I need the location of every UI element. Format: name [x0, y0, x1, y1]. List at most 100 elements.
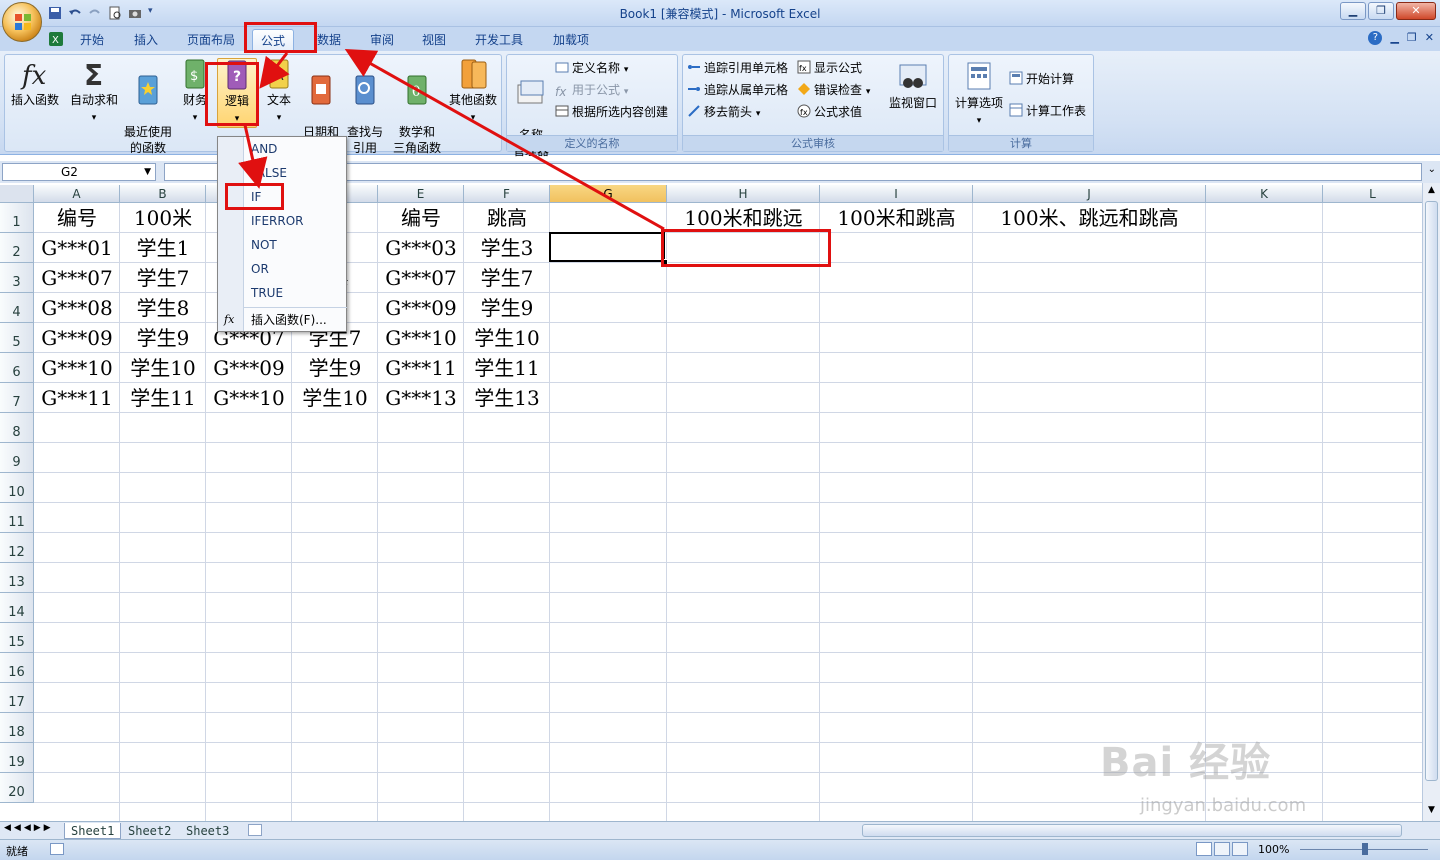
cell-a5[interactable]: G***09 [34, 323, 120, 353]
cell-j1[interactable]: 100米、跳远和跳高 [973, 203, 1206, 233]
sheet-tab-1[interactable]: Sheet1 [64, 823, 122, 839]
macro-record-icon[interactable] [50, 843, 64, 855]
row-header-1[interactable]: 1 [0, 203, 34, 233]
row-header-11[interactable]: 11 [0, 503, 34, 533]
vertical-scrollbar[interactable]: ▲ ▼ [1422, 183, 1440, 821]
minimize-icon[interactable]: ▁ [1340, 2, 1366, 20]
error-checking-button[interactable]: 错误检查 ▾ [797, 80, 870, 100]
menu-item-or[interactable]: OR [251, 259, 269, 279]
cell-b5[interactable]: 学生9 [120, 323, 206, 353]
column-header-g[interactable]: G [550, 185, 667, 203]
close-icon[interactable]: ✕ [1396, 2, 1436, 20]
cell-e5[interactable]: G***10 [378, 323, 464, 353]
cell-e7[interactable]: G***13 [378, 383, 464, 413]
row-header-10[interactable]: 10 [0, 473, 34, 503]
row-header-18[interactable]: 18 [0, 713, 34, 743]
menu-item-insert-function[interactable]: 插入函数(F)... [251, 310, 327, 330]
more-functions-button[interactable]: 其他函数 ▾ [447, 58, 499, 126]
define-name-button[interactable]: 定义名称 ▾ [555, 58, 628, 78]
menu-item-false[interactable]: FALSE [251, 163, 287, 183]
cell-a7[interactable]: G***11 [34, 383, 120, 413]
recent-functions-button[interactable]: 最近使用 的函数 [121, 58, 175, 156]
math-trig-button[interactable]: θ 数学和 三角函数 [389, 58, 445, 156]
calculate-now-button[interactable]: 开始计算 [1009, 69, 1074, 89]
row-header-8[interactable]: 8 [0, 413, 34, 443]
column-header-h[interactable]: H [667, 185, 820, 203]
ribbon-close-icon[interactable]: ✕ [1425, 31, 1434, 45]
remove-arrows-button[interactable]: 移去箭头 ▾ [687, 102, 760, 122]
column-header-b[interactable]: B [120, 185, 206, 203]
cell-b7[interactable]: 学生11 [120, 383, 206, 413]
calculate-sheet-button[interactable]: 计算工作表 [1009, 101, 1086, 121]
scroll-up-icon[interactable]: ▲ [1425, 185, 1438, 199]
text-functions-button[interactable]: A 文本 ▾ [261, 58, 297, 126]
cell-c6[interactable]: G***09 [206, 353, 292, 383]
select-all-corner[interactable] [0, 185, 34, 203]
sheet-tab-3[interactable]: Sheet3 [180, 823, 235, 839]
cell-b1[interactable]: 100米 [120, 203, 206, 233]
row-header-17[interactable]: 17 [0, 683, 34, 713]
trace-precedents-button[interactable]: 追踪引用单元格 [687, 58, 788, 78]
scroll-thumb[interactable] [1425, 201, 1438, 781]
cell-b6[interactable]: 学生10 [120, 353, 206, 383]
evaluate-formula-button[interactable]: fx 公式求值 [797, 102, 862, 122]
use-in-formula-button[interactable]: fx 用于公式 ▾ [555, 80, 628, 100]
cell-f4[interactable]: 学生9 [464, 293, 550, 323]
menu-item-and[interactable]: AND [251, 139, 277, 159]
chevron-down-icon[interactable]: ▼ [144, 164, 151, 180]
tab-add-ins[interactable]: 加载项 [545, 29, 597, 51]
office-button[interactable] [2, 2, 42, 42]
sheet-tab-2[interactable]: Sheet2 [122, 823, 177, 839]
tab-view[interactable]: 视图 [414, 29, 454, 51]
calculation-options-button[interactable]: 计算选项 ▾ [951, 61, 1007, 129]
cell-f2[interactable]: 学生3 [464, 233, 550, 263]
cell-d6[interactable]: 学生9 [292, 353, 378, 383]
cell-e4[interactable]: G***09 [378, 293, 464, 323]
column-header-i[interactable]: I [820, 185, 973, 203]
cell-f6[interactable]: 学生11 [464, 353, 550, 383]
row-header-5[interactable]: 5 [0, 323, 34, 353]
zoom-slider-thumb[interactable] [1362, 843, 1368, 855]
row-header-3[interactable]: 3 [0, 263, 34, 293]
cell-a3[interactable]: G***07 [34, 263, 120, 293]
cell-d7[interactable]: 学生10 [292, 383, 378, 413]
row-header-20[interactable]: 20 [0, 773, 34, 803]
row-header-15[interactable]: 15 [0, 623, 34, 653]
tab-home[interactable]: 开始 [72, 29, 112, 51]
sheet-nav-icon[interactable]: ◀◀◀▶▶ [4, 823, 54, 833]
worksheet-grid[interactable]: A B C D E F G H I J K L 编号 G***01 G***07… [0, 185, 1422, 821]
menu-item-iferror[interactable]: IFERROR [251, 211, 303, 231]
create-from-selection-button[interactable]: 根据所选内容创建 [555, 102, 668, 122]
row-header-14[interactable]: 14 [0, 593, 34, 623]
lookup-reference-button[interactable]: 查找与 引用 [343, 58, 387, 156]
cell-f3[interactable]: 学生7 [464, 263, 550, 293]
cell-e2[interactable]: G***03 [378, 233, 464, 263]
expand-formula-icon[interactable]: ⌄ [1428, 164, 1436, 175]
cell-b4[interactable]: 学生8 [120, 293, 206, 323]
help-icon[interactable]: ? [1368, 31, 1383, 45]
row-header-9[interactable]: 9 [0, 443, 34, 473]
normal-view-icon[interactable] [1196, 842, 1212, 856]
cell-f5[interactable]: 学生10 [464, 323, 550, 353]
row-header-6[interactable]: 6 [0, 353, 34, 383]
cell-a4[interactable]: G***08 [34, 293, 120, 323]
insert-sheet-icon[interactable] [248, 824, 262, 836]
column-header-e[interactable]: E [378, 185, 464, 203]
cell-a2[interactable]: G***01 [34, 233, 120, 263]
cell-f1[interactable]: 跳高 [464, 203, 550, 233]
tab-page-layout[interactable]: 页面布局 [179, 29, 243, 51]
column-header-a[interactable]: A [34, 185, 120, 203]
menu-item-true[interactable]: TRUE [251, 283, 283, 303]
cell-e6[interactable]: G***11 [378, 353, 464, 383]
trace-dependents-button[interactable]: 追踪从属单元格 [687, 80, 788, 100]
cell-a6[interactable]: G***10 [34, 353, 120, 383]
horizontal-scrollbar[interactable] [862, 824, 1402, 837]
row-header-13[interactable]: 13 [0, 563, 34, 593]
ribbon-restore-icon[interactable]: ❐ [1407, 31, 1417, 45]
row-header-12[interactable]: 12 [0, 533, 34, 563]
row-header-16[interactable]: 16 [0, 653, 34, 683]
page-break-view-icon[interactable] [1232, 842, 1248, 856]
cell-e1[interactable]: 编号 [378, 203, 464, 233]
row-header-4[interactable]: 4 [0, 293, 34, 323]
tab-developer[interactable]: 开发工具 [467, 29, 531, 51]
